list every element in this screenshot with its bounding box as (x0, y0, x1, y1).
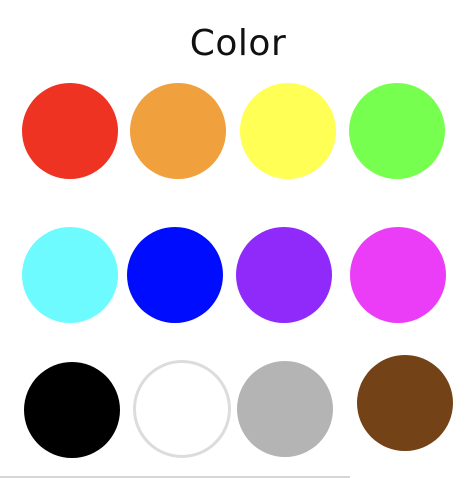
color-swatch-black[interactable] (24, 362, 120, 458)
color-swatch-white[interactable] (133, 360, 231, 458)
color-swatch-blue[interactable] (127, 227, 223, 323)
color-swatch-yellow[interactable] (240, 83, 336, 179)
color-swatch-purple[interactable] (236, 227, 332, 323)
color-swatch-red[interactable] (22, 83, 118, 179)
color-swatch-green[interactable] (349, 83, 445, 179)
color-swatch-magenta[interactable] (350, 227, 446, 323)
color-swatch-cyan[interactable] (22, 227, 118, 323)
panel-title: Color (189, 23, 287, 64)
color-swatch-orange[interactable] (130, 83, 226, 179)
color-picker-panel: Color (0, 0, 476, 478)
color-swatch-brown[interactable] (357, 355, 453, 451)
color-swatch-gray[interactable] (237, 361, 333, 457)
